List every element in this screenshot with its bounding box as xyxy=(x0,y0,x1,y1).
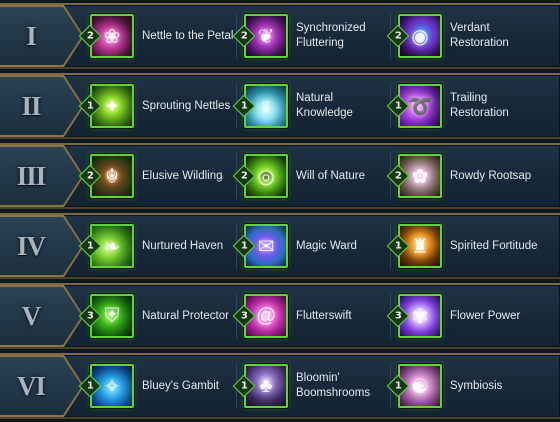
talent-name: Flutterswift xyxy=(296,309,352,322)
rank-count: 1 xyxy=(394,380,402,391)
talent-slot[interactable]: ♜ 1 Spirited Fortitude xyxy=(386,215,546,277)
talent-slot[interactable]: ☯ 1 Symbiosis xyxy=(386,355,546,417)
rank-count: 1 xyxy=(240,380,248,391)
talent-name: Natural Protector xyxy=(142,309,229,322)
tier-numeral: II xyxy=(21,90,41,121)
talent-name: Natural Knowledge xyxy=(296,92,353,119)
talent-icon-frame[interactable]: ♆ 1 xyxy=(232,84,288,128)
talent-name: Bloomin' Boomshrooms xyxy=(296,372,371,399)
tier-numeral: V xyxy=(21,300,42,331)
talent-icon-frame[interactable]: ✿ 2 xyxy=(386,154,442,198)
rank-count: 2 xyxy=(394,170,402,181)
talent-name: Rowdy Rootsap xyxy=(450,169,532,182)
tier-row: III ☬ 2 Elusive Wildling ◎ 2 Will of Nature ✿ 2 R… xyxy=(0,143,560,209)
rank-count: 1 xyxy=(240,240,248,251)
rank-count: 1 xyxy=(86,240,94,251)
talent-name: Symbiosis xyxy=(450,379,503,392)
talent-slot[interactable]: ⛨ 3 Natural Protector xyxy=(78,285,238,347)
talent-icon-frame[interactable]: ❀ 2 xyxy=(78,14,134,58)
talent-icon-frame[interactable]: ➰ 1 xyxy=(386,84,442,128)
talent-name: Will of Nature xyxy=(296,169,366,182)
rank-count: 1 xyxy=(394,240,402,251)
rank-count: 3 xyxy=(86,310,94,321)
talent-slot[interactable]: ✧ 1 Bluey's Gambit xyxy=(78,355,238,417)
talent-slot[interactable]: ❧ 1 Nurtured Haven xyxy=(78,215,238,277)
talent-icon-frame[interactable]: ♣ 1 xyxy=(232,364,288,408)
tier-row: I ❀ 2 Nettle to the Petal ❦ 2 Synchronized Flu… xyxy=(0,3,560,69)
talent-name: Verdant Restoration xyxy=(450,22,509,49)
rank-count: 2 xyxy=(86,30,94,41)
talent-slot[interactable]: ♆ 1 Natural Knowledge xyxy=(232,75,392,137)
talent-slot[interactable]: ❀ 2 Nettle to the Petal xyxy=(78,5,238,67)
talent-icon-frame[interactable]: ✾ 3 xyxy=(386,294,442,338)
tier-numeral: IV xyxy=(16,230,46,261)
talent-slot[interactable]: ☬ 2 Elusive Wildling xyxy=(78,145,238,207)
rank-count: 2 xyxy=(240,30,248,41)
talent-name: Bluey's Gambit xyxy=(142,379,219,392)
talent-slot[interactable]: @3 Flutterswift xyxy=(232,285,392,347)
talent-name: Sprouting Nettles xyxy=(142,99,231,112)
rank-count: 1 xyxy=(86,100,94,111)
talent-name: Spirited Fortitude xyxy=(450,239,538,252)
talent-slot[interactable]: ♣ 1 Bloomin' Boomshrooms xyxy=(232,355,392,417)
talent-tree: I ❀ 2 Nettle to the Petal ❦ 2 Synchronized Flu… xyxy=(0,0,560,422)
talent-icon-frame[interactable]: ✧ 1 xyxy=(78,364,134,408)
tier-numeral: VI xyxy=(16,370,46,401)
talent-slot[interactable]: ➰ 1 Trailing Restoration xyxy=(386,75,546,137)
rank-count: 2 xyxy=(86,170,94,181)
talent-name: Nettle to the Petal xyxy=(142,29,234,42)
rank-count: 1 xyxy=(86,380,94,391)
rank-count: 1 xyxy=(394,100,402,111)
talent-icon-frame[interactable]: ☯ 1 xyxy=(386,364,442,408)
talent-name: Synchronized Fluttering xyxy=(296,22,366,49)
talent-slot[interactable]: ✿ 2 Rowdy Rootsap xyxy=(386,145,546,207)
tier-row: VI ✧ 1 Bluey's Gambit ♣ 1 Bloomin' Boomshrooms… xyxy=(0,353,560,419)
talent-icon-frame[interactable]: @3 xyxy=(232,294,288,338)
rank-count: 2 xyxy=(240,170,248,181)
talent-icon-frame[interactable]: ✦ 1 xyxy=(78,84,134,128)
tier-row: II ✦ 1 Sprouting Nettles ♆ 1 Natural Knowledge… xyxy=(0,73,560,139)
talent-slot[interactable]: ◎ 2 Will of Nature xyxy=(232,145,392,207)
talent-icon-frame[interactable]: ❧ 1 xyxy=(78,224,134,268)
rank-count: 3 xyxy=(240,310,248,321)
talent-icon-frame[interactable]: ⛨ 3 xyxy=(78,294,134,338)
talent-name: Magic Ward xyxy=(296,239,357,252)
tier-row: IV ❧ 1 Nurtured Haven ✉ 1 Magic Ward ♜ 1 Spirited… xyxy=(0,213,560,279)
talent-icon-frame[interactable]: ◉ 2 xyxy=(386,14,442,58)
talent-name: Trailing Restoration xyxy=(450,92,509,119)
tier-row: V ⛨ 3 Natural Protector @3 Flutterswift ✾ 3 Flow… xyxy=(0,283,560,349)
talent-icon-frame[interactable]: ♜ 1 xyxy=(386,224,442,268)
talent-slot[interactable]: ❦ 2 Synchronized Fluttering xyxy=(232,5,392,67)
talent-icon-frame[interactable]: ❦ 2 xyxy=(232,14,288,58)
tier-numeral: III xyxy=(16,160,47,191)
rank-count: 3 xyxy=(394,310,402,321)
talent-icon-frame[interactable]: ☬ 2 xyxy=(78,154,134,198)
talent-icon-frame[interactable]: ✉ 1 xyxy=(232,224,288,268)
talent-slot[interactable]: ✦ 1 Sprouting Nettles xyxy=(78,75,238,137)
rank-count: 1 xyxy=(240,100,248,111)
talent-icon-frame[interactable]: ◎ 2 xyxy=(232,154,288,198)
talent-name: Nurtured Haven xyxy=(142,239,224,252)
talent-slot[interactable]: ✾ 3 Flower Power xyxy=(386,285,546,347)
talent-name: Elusive Wildling xyxy=(142,169,223,182)
tier-numeral: I xyxy=(26,20,37,51)
talent-slot[interactable]: ◉ 2 Verdant Restoration xyxy=(386,5,546,67)
rank-count: 2 xyxy=(394,30,402,41)
talent-slot[interactable]: ✉ 1 Magic Ward xyxy=(232,215,392,277)
talent-name: Flower Power xyxy=(450,309,521,322)
